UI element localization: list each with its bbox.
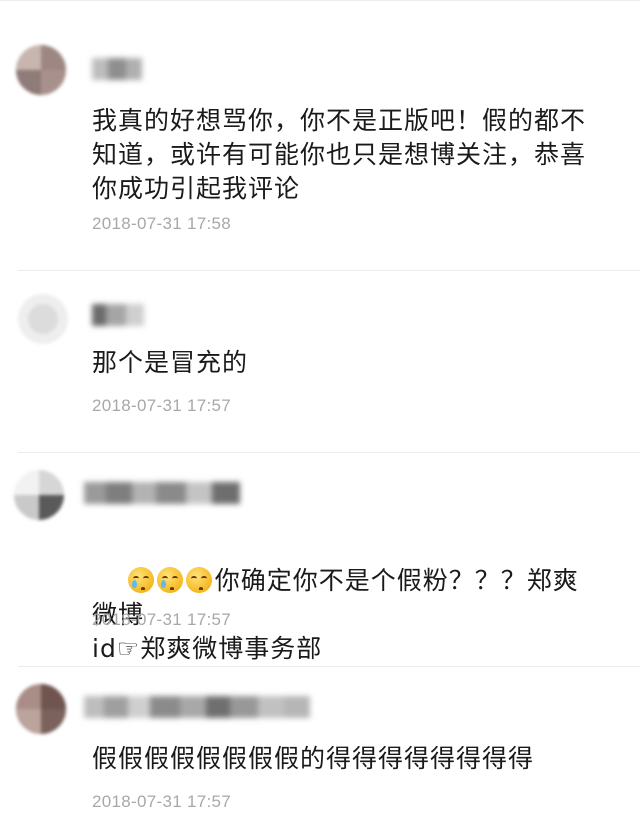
username[interactable] <box>84 696 310 718</box>
comment-timestamp: 2018-07-31 17:58 <box>92 214 232 233</box>
username[interactable] <box>92 304 144 326</box>
comment-timestamp: 2018-07-31 17:57 <box>92 396 232 415</box>
relieved-face-emoji-icon <box>185 567 212 593</box>
comment-divider <box>18 666 640 667</box>
comment-text: 我真的好想骂你，你不是正版吧！假的都不知道，或许有可能你也只是想博关注，恭喜你成… <box>92 106 587 203</box>
crying-face-emoji-icon <box>127 567 154 593</box>
crying-face-emoji-icon <box>156 567 183 593</box>
avatar[interactable] <box>14 470 64 520</box>
avatar[interactable] <box>18 294 68 344</box>
comment-divider <box>18 452 640 453</box>
avatar[interactable] <box>16 45 66 95</box>
comment-timestamp: 2018-07-31 17:57 <box>92 792 232 811</box>
comment-text-line: id☞郑爽微博事务部 <box>92 634 323 663</box>
comment-text: 假假假假假假假假的得得得得得得得得 <box>92 744 535 773</box>
top-divider <box>0 0 640 1</box>
comment-divider <box>18 270 640 271</box>
username[interactable] <box>84 482 240 504</box>
comment-timestamp: 2018-07-31 17:57 <box>92 610 232 629</box>
avatar[interactable] <box>16 684 66 734</box>
comment-text: 那个是冒充的 <box>92 348 249 377</box>
username[interactable] <box>92 58 142 80</box>
